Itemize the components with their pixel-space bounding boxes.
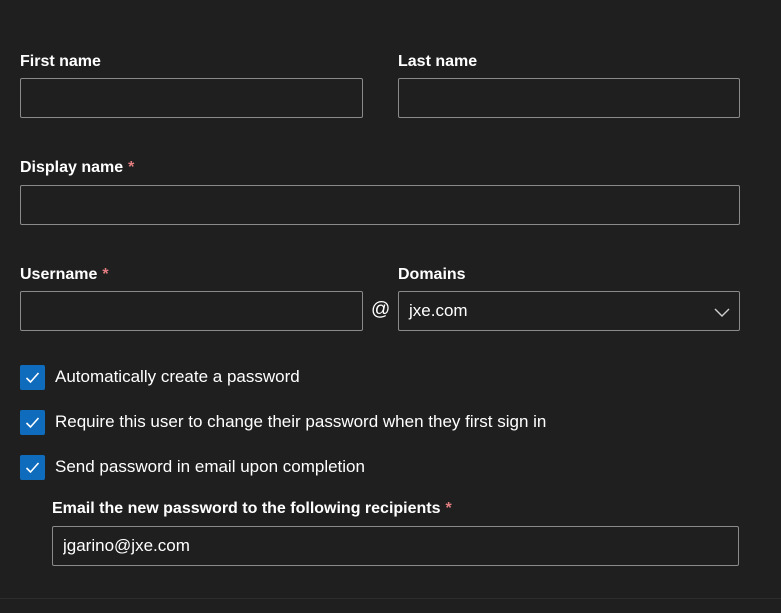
at-sign: @ [371,299,391,320]
footer-divider [0,598,781,599]
send-email-label: Send password in email upon completion [55,457,365,476]
first-name-input[interactable] [21,79,362,117]
required-asterisk: * [445,500,452,517]
username-input[interactable] [21,292,362,330]
last-name-input[interactable] [399,79,739,117]
domains-dropdown[interactable]: jxe.com [398,291,740,331]
checkmark-icon [25,416,40,428]
chevron-down-icon [714,308,730,317]
display-name-label: Display name * [20,158,134,178]
username-label-text: Username [20,266,98,283]
domains-selected-value: jxe.com [409,301,468,320]
recipients-label-text: Email the new password to the following … [52,500,441,517]
display-name-input[interactable] [21,186,739,224]
recipients-label: Email the new password to the following … [52,499,452,519]
first-name-field[interactable] [20,78,363,118]
auto-password-label: Automatically create a password [55,367,300,386]
first-name-label: First name [20,52,101,72]
require-change-option[interactable]: Require this user to change their passwo… [20,409,546,435]
username-field[interactable] [20,291,363,331]
domains-label-text: Domains [398,266,466,283]
auto-password-option[interactable]: Automatically create a password [20,364,300,390]
send-email-checkbox[interactable] [20,454,45,480]
last-name-label-text: Last name [398,53,478,70]
require-change-label: Require this user to change their passwo… [55,412,547,431]
recipients-input[interactable] [53,527,738,565]
last-name-field[interactable] [398,78,740,118]
last-name-label: Last name [398,52,477,72]
display-name-field[interactable] [20,185,740,225]
require-change-checkbox[interactable] [20,409,45,435]
recipients-field[interactable] [52,526,739,566]
required-asterisk: * [102,266,109,283]
username-label: Username * [20,265,109,285]
auto-password-checkbox[interactable] [20,364,45,390]
domains-label: Domains [398,265,466,285]
required-asterisk: * [128,159,135,176]
checkmark-icon [25,461,40,473]
send-email-option[interactable]: Send password in email upon completion [20,454,365,480]
first-name-label-text: First name [20,53,101,70]
display-name-label-text: Display name [20,159,124,176]
checkmark-icon [25,371,40,383]
